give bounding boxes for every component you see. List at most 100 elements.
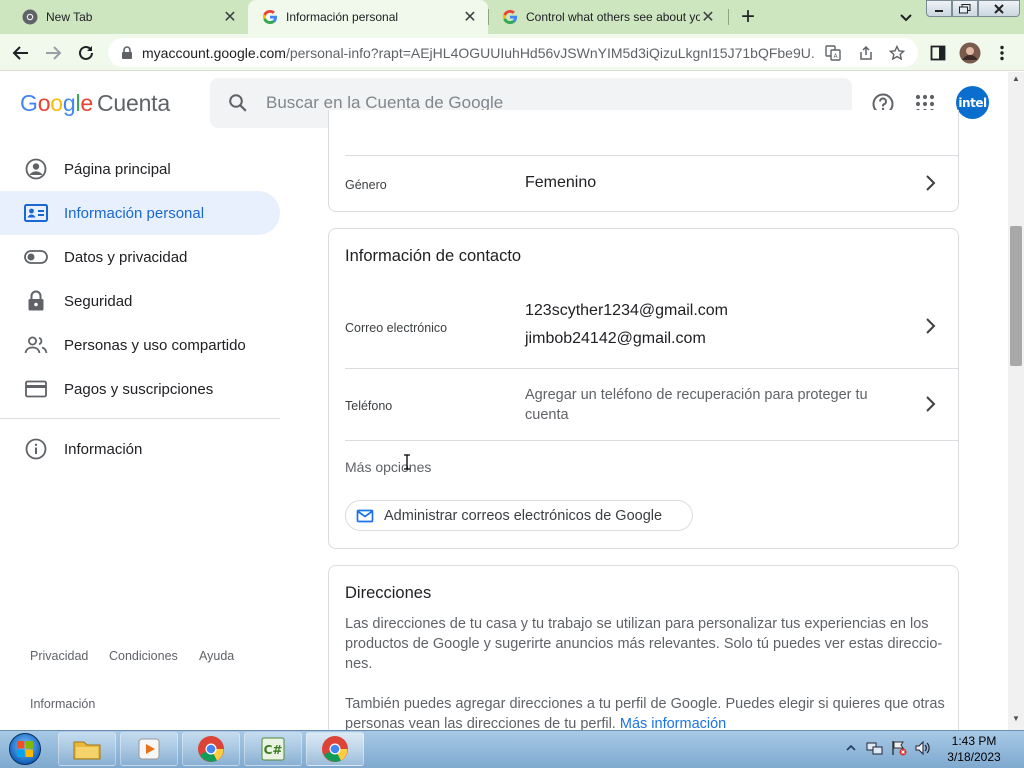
google-g-icon	[502, 9, 518, 25]
tab-title: New Tab	[46, 10, 93, 24]
taskbar-csharp-app[interactable]: C#	[244, 732, 302, 766]
translate-icon[interactable]: A	[824, 44, 842, 62]
sidebar-item-label: Datos y privacidad	[64, 248, 188, 266]
info-icon	[24, 437, 48, 461]
logo-letter: e	[80, 90, 93, 116]
chevron-right-icon[interactable]	[920, 173, 940, 193]
bookmark-star-icon[interactable]	[888, 44, 906, 62]
page-scrollbar[interactable]	[1008, 72, 1024, 730]
reload-icon[interactable]	[75, 42, 97, 64]
chrome-icon	[322, 736, 348, 762]
start-button[interactable]	[2, 732, 48, 766]
close-tab-icon[interactable]: ✕	[462, 7, 478, 27]
csharp-icon: C#	[261, 737, 285, 761]
footer-about-link[interactable]: Información	[30, 697, 95, 711]
new-tab-plus-icon[interactable]: +	[738, 4, 758, 30]
system-clock[interactable]: 1:43 PM 3/18/2023	[940, 733, 1008, 765]
google-cuenta-logo[interactable]: Google Cuenta	[20, 90, 170, 117]
sidebar-item-personas-y-uso-compartido[interactable]: Personas y uso compartido	[0, 323, 280, 367]
text-cursor-icon	[403, 454, 411, 470]
sidebar-item-pagos-y-suscripciones[interactable]: Pagos y suscripciones	[0, 367, 280, 411]
toggle-icon	[24, 245, 48, 269]
scroll-up-arrow-icon[interactable]: ▲	[1008, 72, 1024, 86]
windows-logo-icon	[9, 733, 41, 765]
lock-icon	[24, 289, 48, 313]
profile-avatar[interactable]	[959, 42, 981, 64]
sidebar-item-informacion[interactable]: Información	[0, 427, 280, 471]
close-tab-icon[interactable]: ✕	[700, 7, 716, 27]
search-icon[interactable]	[228, 93, 248, 113]
sidebar-item-seguridad[interactable]: Seguridad	[0, 279, 280, 323]
addresses-profile-description: También puedes agregar direcciones a tu …	[345, 694, 945, 734]
back-arrow-icon[interactable]	[10, 42, 32, 64]
gender-value: Femenino	[525, 174, 597, 191]
email-value: jimbob24142@gmail.com	[525, 330, 706, 347]
gender-label: Género	[345, 178, 387, 192]
window-minimize-button[interactable]	[926, 0, 952, 17]
forward-arrow-icon[interactable]	[42, 42, 64, 64]
share-icon[interactable]	[857, 44, 875, 62]
sidebar-item-label: Seguridad	[64, 292, 133, 310]
address-bar[interactable]: myaccount.google.com/personal-info?rapt=…	[108, 38, 918, 67]
sidebar-item-label: Página principal	[64, 160, 171, 178]
taskbar-chrome-1[interactable]	[182, 732, 240, 766]
window-close-button[interactable]	[978, 0, 1020, 17]
sidebar-item-informacion-personal[interactable]: Información personal	[0, 191, 280, 235]
row-divider	[345, 368, 958, 369]
close-tab-icon[interactable]: ✕	[222, 7, 238, 27]
row-divider	[345, 440, 958, 441]
folder-icon	[73, 741, 101, 760]
clock-time: 1:43 PM	[951, 734, 997, 748]
logo-suffix: Cuenta	[97, 90, 170, 116]
footer-terms-link[interactable]: Condiciones	[109, 649, 178, 663]
tab-new-tab[interactable]: New Tab ✕	[8, 0, 248, 34]
google-g-icon	[262, 9, 278, 25]
browser-toolbar: myaccount.google.com/personal-info?rapt=…	[0, 34, 1024, 71]
addresses-description: Las direcciones de tu casa y tu trabajo …	[345, 616, 943, 672]
sidebar-item-pagina-principal[interactable]: Página principal	[0, 147, 280, 191]
basic-info-card	[328, 110, 959, 212]
tab-informacion-personal[interactable]: Información personal ✕	[248, 0, 488, 34]
chrome-menu-kebab-icon[interactable]	[991, 42, 1013, 64]
account-avatar[interactable]: intel	[956, 86, 989, 119]
email-value: 123scyther1234@gmail.com	[525, 302, 729, 319]
people-icon	[24, 333, 48, 357]
scroll-down-arrow-icon[interactable]: ▼	[1008, 712, 1024, 726]
scrollbar-thumb[interactable]	[1010, 226, 1022, 366]
tab-search-chevron-icon[interactable]	[896, 7, 916, 27]
phone-value: Agregar un teléfono de recuperación para…	[525, 387, 868, 423]
taskbar-chrome-2[interactable]	[306, 732, 364, 766]
tab-control-what-others-see[interactable]: Control what others see about yo ✕	[488, 0, 726, 34]
taskbar-media-player[interactable]	[120, 732, 178, 766]
manage-emails-label: Administrar correos electrónicos de Goog…	[384, 507, 663, 524]
tab-title: Información personal	[286, 10, 399, 24]
phone-label: Teléfono	[345, 399, 393, 413]
sidebar-item-label: Información	[64, 440, 143, 458]
volume-icon[interactable]	[914, 738, 932, 758]
footer-help-link[interactable]: Ayuda	[199, 649, 234, 663]
row-divider	[345, 155, 958, 156]
media-player-icon	[138, 738, 160, 760]
email-label: Correo electrónico	[345, 321, 448, 335]
browser-tab-strip: New Tab ✕ Información personal ✕ Control…	[0, 0, 1024, 34]
chrome-icon	[22, 9, 38, 25]
sidebar-item-datos-y-privacidad[interactable]: Datos y privacidad	[0, 235, 280, 279]
network-icon[interactable]	[866, 738, 884, 758]
chrome-icon	[198, 736, 224, 762]
window-restore-button[interactable]	[952, 0, 978, 17]
url-path: /personal-info?rapt=AEjHL4OGUUIuhHd56vJS…	[285, 44, 814, 61]
chevron-right-icon[interactable]	[920, 394, 940, 414]
mail-icon	[356, 509, 374, 522]
manage-google-emails-button[interactable]: Administrar correos electrónicos de Goog…	[345, 500, 693, 531]
logo-letter: g	[62, 90, 76, 116]
side-panel-icon[interactable]	[927, 42, 949, 64]
lock-icon[interactable]	[120, 45, 134, 60]
logo-letter: o	[50, 90, 63, 116]
action-center-flag-icon[interactable]	[890, 738, 908, 758]
show-hidden-icons-arrow[interactable]	[846, 738, 856, 758]
footer-privacy-link[interactable]: Privacidad	[30, 649, 88, 663]
taskbar-file-explorer[interactable]	[58, 732, 116, 766]
svg-text:C#: C#	[264, 743, 283, 757]
clock-date: 3/18/2023	[947, 750, 1001, 764]
chevron-right-icon[interactable]	[920, 316, 940, 336]
